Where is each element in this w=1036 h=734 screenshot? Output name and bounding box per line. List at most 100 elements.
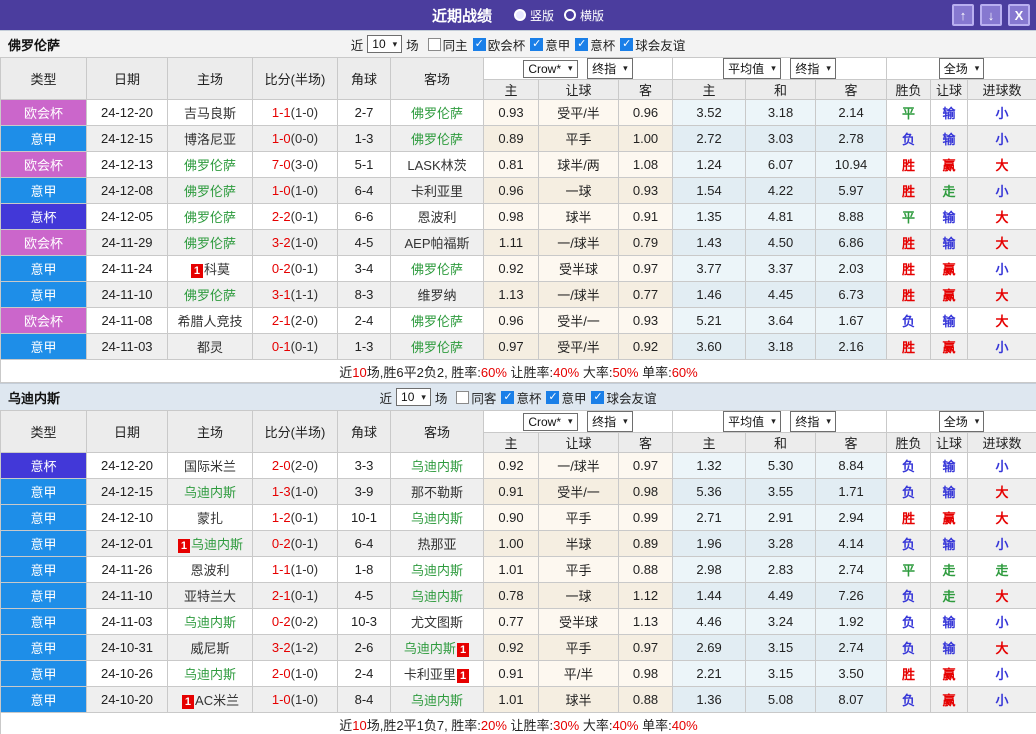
team-link[interactable]: 乌迪内斯 xyxy=(411,693,463,708)
checkbox-label: 欧会杯 xyxy=(488,35,526,54)
subcol-avg-away: 客 xyxy=(816,433,887,453)
team-link[interactable]: 乌迪内斯 xyxy=(191,537,243,552)
team-link[interactable]: 卡利亚里 xyxy=(404,667,456,682)
league-filter-checkbox[interactable]: 同主 xyxy=(428,35,468,54)
avg-draw-cell: 4.45 xyxy=(746,282,816,308)
team-link[interactable]: 佛罗伦萨 xyxy=(184,288,236,303)
team-link[interactable]: 恩波利 xyxy=(190,563,229,578)
odds-source-select[interactable]: Crow*▾ xyxy=(523,60,577,78)
league-filter-checkbox[interactable]: ✓欧会杯 xyxy=(473,35,526,54)
team-link[interactable]: 乌迪内斯 xyxy=(184,485,236,500)
league-filter-checkbox[interactable]: ✓球会友谊 xyxy=(620,35,685,54)
avg-draw-cell: 3.55 xyxy=(746,479,816,505)
result-handicap-cell: 走 xyxy=(931,178,968,204)
avg-home-cell: 1.44 xyxy=(673,583,746,609)
avg-home-cell: 1.35 xyxy=(673,204,746,230)
summary-text-segment: 单率: xyxy=(638,365,671,380)
avg-away-cell: 1.67 xyxy=(816,308,887,334)
avg-source-select[interactable]: 平均值▾ xyxy=(723,411,781,432)
odds-stage-select[interactable]: 终指▾ xyxy=(587,58,633,79)
team-link[interactable]: 乌迪内斯 xyxy=(411,589,463,604)
move-down-button[interactable]: ↓ xyxy=(980,4,1002,26)
team-link[interactable]: 国际米兰 xyxy=(184,459,236,474)
team-link[interactable]: 佛罗伦萨 xyxy=(411,132,463,147)
match-row: 意甲 24-11-10 亚特兰大 2-1(0-1) 4-5 乌迪内斯 0.78 … xyxy=(1,583,1036,609)
match-count-select[interactable]: 10 ▾ xyxy=(396,388,431,406)
team-link[interactable]: 卡利亚里 xyxy=(411,184,463,199)
col-header-date: 日期 xyxy=(87,411,168,453)
avg-source-select[interactable]: 平均值▾ xyxy=(723,58,781,79)
team-link[interactable]: 佛罗伦萨 xyxy=(411,262,463,277)
match-count-select[interactable]: 10 ▾ xyxy=(367,35,402,53)
team-link[interactable]: 乌迪内斯 xyxy=(411,563,463,578)
subcol-avg-draw: 和 xyxy=(746,80,816,100)
move-up-button[interactable]: ↑ xyxy=(952,4,974,26)
odds-away-cell: 1.08 xyxy=(619,152,673,178)
avg-stage-select[interactable]: 终指▾ xyxy=(790,411,836,432)
scope-select[interactable]: 全场▾ xyxy=(939,58,985,79)
league-filter-checkbox[interactable]: ✓意杯 xyxy=(575,35,615,54)
team-link[interactable]: 亚特兰大 xyxy=(184,589,236,604)
team-link[interactable]: LASK林茨 xyxy=(407,158,466,173)
team-link[interactable]: 乌迪内斯 xyxy=(404,641,456,656)
odds-stage-select[interactable]: 终指▾ xyxy=(587,411,633,432)
match-row: 意甲 24-11-26 恩波利 1-1(1-0) 1-8 乌迪内斯 1.01 平… xyxy=(1,557,1036,583)
league-filter-checkbox[interactable]: ✓球会友谊 xyxy=(591,388,656,407)
team-link[interactable]: 蒙扎 xyxy=(197,511,223,526)
match-row: 意甲 24-11-03 乌迪内斯 0-2(0-2) 10-3 尤文图斯 0.77… xyxy=(1,609,1036,635)
summary-text-segment: 10 xyxy=(352,365,366,380)
avg-group-header: 平均值▾ 终指▾ xyxy=(673,58,887,80)
score-cell: 1-0(0-0) xyxy=(253,126,338,152)
team-link[interactable]: 佛罗伦萨 xyxy=(411,314,463,329)
team-link[interactable]: 恩波利 xyxy=(417,210,456,225)
scope-select[interactable]: 全场▾ xyxy=(939,411,985,432)
summary-text-segment: 40% xyxy=(672,718,698,733)
avg-draw-cell: 5.30 xyxy=(746,453,816,479)
team-link[interactable]: 科莫 xyxy=(204,262,230,277)
team-link[interactable]: 佛罗伦萨 xyxy=(184,236,236,251)
team-link[interactable]: 热那亚 xyxy=(417,537,456,552)
team-link[interactable]: 佛罗伦萨 xyxy=(184,184,236,199)
odds-home-cell: 0.96 xyxy=(484,178,539,204)
league-filter-checkboxes: 同主 ✓欧会杯✓意甲 ✓意杯 ✓球会友谊 xyxy=(423,35,686,54)
team-link[interactable]: 乌迪内斯 xyxy=(184,615,236,630)
team-link[interactable]: 吉马良斯 xyxy=(184,106,236,121)
team-link[interactable]: 维罗纳 xyxy=(417,288,456,303)
date-cell: 24-12-15 xyxy=(87,479,168,505)
team-link[interactable]: 佛罗伦萨 xyxy=(184,158,236,173)
result-goals-cell: 小 xyxy=(968,453,1036,479)
league-filter-checkbox[interactable]: 同客 xyxy=(456,388,496,407)
result-handicap-cell: 赢 xyxy=(931,661,968,687)
league-badge: 意甲 xyxy=(1,531,87,557)
odds-away-cell: 0.96 xyxy=(619,100,673,126)
avg-stage-select[interactable]: 终指▾ xyxy=(790,58,836,79)
team-link[interactable]: 佛罗伦萨 xyxy=(411,106,463,121)
league-filter-checkbox[interactable]: ✓意甲 xyxy=(530,35,570,54)
team-link[interactable]: AC米兰 xyxy=(195,693,239,708)
team-link[interactable]: 希腊人竞技 xyxy=(177,314,242,329)
team-link[interactable]: 那不勒斯 xyxy=(411,485,463,500)
team-link[interactable]: 乌迪内斯 xyxy=(411,511,463,526)
team-link[interactable]: 佛罗伦萨 xyxy=(411,340,463,355)
chevron-down-icon: ▾ xyxy=(568,64,573,73)
team-link[interactable]: AEP帕福斯 xyxy=(404,236,469,251)
league-filter-checkbox[interactable]: ✓意杯 xyxy=(501,388,541,407)
league-badge: 意杯 xyxy=(1,204,87,230)
layout-radio-vertical[interactable]: 竖版 xyxy=(514,7,554,24)
match-count-value: 10 xyxy=(401,390,414,404)
layout-radio-horizontal[interactable]: 横版 xyxy=(564,7,604,24)
team-link[interactable]: 乌迪内斯 xyxy=(184,667,236,682)
team-link[interactable]: 乌迪内斯 xyxy=(411,459,463,474)
avg-draw-cell: 4.81 xyxy=(746,204,816,230)
odds-source-select[interactable]: Crow*▾ xyxy=(523,413,577,431)
league-filter-checkbox[interactable]: ✓意甲 xyxy=(546,388,586,407)
team-link[interactable]: 尤文图斯 xyxy=(411,615,463,630)
avg-home-cell: 1.54 xyxy=(673,178,746,204)
team-link[interactable]: 博洛尼亚 xyxy=(184,132,236,147)
summary-text-segment: 60% xyxy=(672,365,698,380)
team-link[interactable]: 佛罗伦萨 xyxy=(184,210,236,225)
team-link[interactable]: 都灵 xyxy=(197,340,223,355)
avg-home-cell: 2.21 xyxy=(673,661,746,687)
close-button[interactable]: X xyxy=(1008,4,1030,26)
team-link[interactable]: 威尼斯 xyxy=(190,641,229,656)
